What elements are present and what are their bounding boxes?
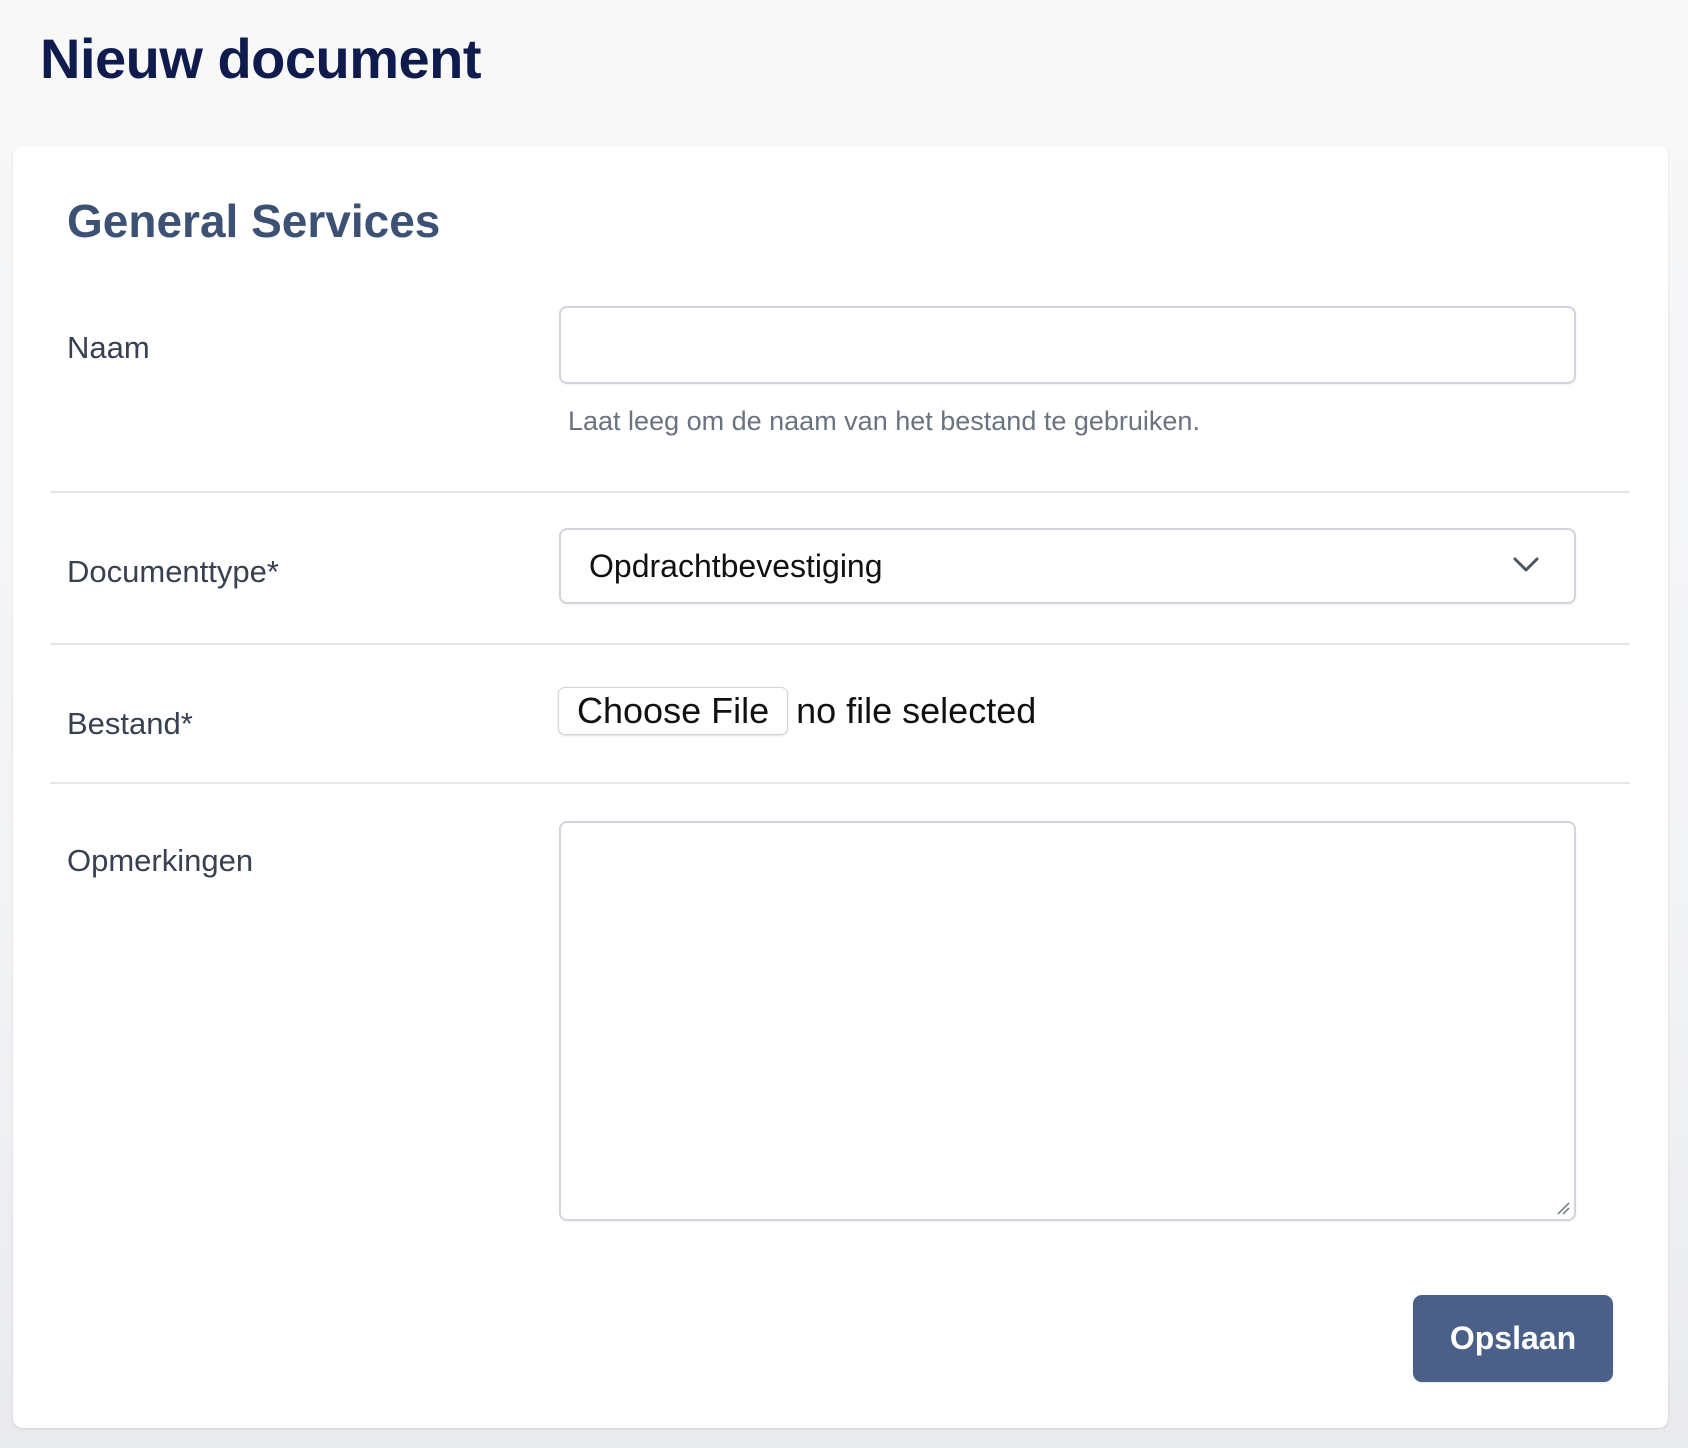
bestand-control: Choose File no file selected — [558, 686, 1575, 736]
documenttype-control: Opdrachtbevestiging — [559, 528, 1576, 604]
choose-file-button[interactable]: Choose File — [558, 687, 789, 735]
opmerkingen-row: Opmerkingen — [50, 821, 1630, 1231]
chevron-down-icon — [1513, 557, 1539, 572]
opmerkingen-control — [559, 821, 1576, 1221]
resize-handle-icon[interactable] — [1556, 1201, 1570, 1215]
file-status: no file selected — [796, 690, 1037, 731]
bestand-label: Bestand* — [67, 706, 193, 741]
divider — [50, 491, 1630, 493]
page-title: Nieuw document — [40, 27, 482, 90]
naam-control: Laat leeg om de naam van het bestand te … — [559, 306, 1576, 437]
divider — [50, 643, 1630, 645]
save-button[interactable]: Opslaan — [1413, 1295, 1613, 1382]
naam-help-text: Laat leeg om de naam van het bestand te … — [568, 406, 1200, 436]
documenttype-selected-value: Opdrachtbevestiging — [589, 547, 883, 584]
divider — [50, 782, 1630, 784]
documenttype-row: Documenttype* Opdrachtbevestiging — [50, 528, 1630, 608]
file-input: Choose File no file selected — [558, 686, 1575, 736]
naam-input[interactable] — [559, 306, 1576, 384]
document-form-card: General Services Naam Laat leeg om de na… — [13, 146, 1668, 1428]
naam-label: Naam — [67, 330, 150, 365]
opmerkingen-textarea[interactable] — [559, 821, 1576, 1221]
documenttype-label: Documenttype* — [67, 554, 279, 589]
documenttype-select[interactable]: Opdrachtbevestiging — [559, 528, 1576, 604]
opmerkingen-label: Opmerkingen — [67, 843, 254, 878]
naam-row: Naam Laat leeg om de naam van het bestan… — [50, 306, 1630, 466]
card-title: General Services — [67, 195, 441, 247]
bestand-row: Bestand* Choose File no file selected — [50, 686, 1630, 766]
